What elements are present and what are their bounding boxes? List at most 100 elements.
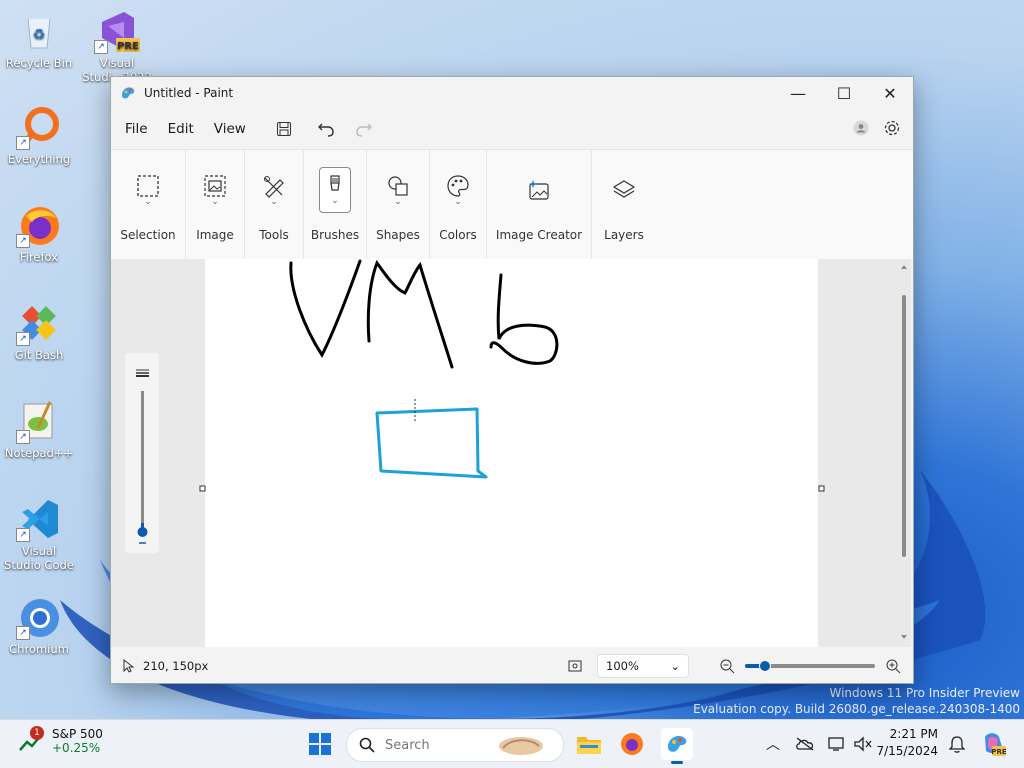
stroke-letter-b xyxy=(489,273,559,365)
paint-app-icon xyxy=(668,736,687,752)
clock-time: 2:21 PM xyxy=(889,727,938,741)
shapes-label: Shapes xyxy=(376,228,420,242)
layers-group[interactable]: Layers xyxy=(592,150,656,260)
zoom-slider-thumb[interactable] xyxy=(758,660,771,672)
network-icon xyxy=(828,737,844,751)
desktop-icon-recycle-bin[interactable]: ♻ Recycle Bin xyxy=(4,8,74,70)
cloud-offline-icon xyxy=(796,737,814,751)
menu-view[interactable]: View xyxy=(204,115,256,143)
desktop-icon-git-bash[interactable]: ↗ Git Bash xyxy=(4,300,74,362)
zoom-dropdown[interactable]: 100% ⌄ xyxy=(597,654,689,678)
fit-to-window-icon[interactable] xyxy=(567,658,583,674)
canvas-resize-handle-left[interactable] xyxy=(199,485,207,493)
brushes-group[interactable]: ⌄ Brushes xyxy=(304,150,367,260)
chevron-down-icon: ⌄ xyxy=(394,197,402,207)
pre-badge: PRE xyxy=(117,41,139,52)
git-bash-icon: ↗ xyxy=(16,300,62,346)
zoom-slider[interactable] xyxy=(745,660,875,672)
chromium-icon: ↗ xyxy=(16,594,62,640)
taskbar-firefox[interactable] xyxy=(616,728,648,760)
status-bar: 210, 150px 100% ⌄ xyxy=(111,649,911,683)
desktop-icon-label: Chromium xyxy=(9,642,69,656)
stroke-letter-m xyxy=(366,259,454,369)
brush-size-panel xyxy=(125,353,159,553)
bell-icon xyxy=(949,736,965,753)
layers-icon xyxy=(612,180,636,198)
chevron-down-icon: ⌄ xyxy=(270,197,278,207)
undo-icon xyxy=(317,123,334,137)
pointer-position-icon xyxy=(123,659,135,673)
desktop-icon-notepad-plus-plus[interactable]: ↗ Notepad++ xyxy=(4,398,74,460)
layers-label: Layers xyxy=(604,228,644,242)
settings-button[interactable] xyxy=(883,119,901,140)
search-icon xyxy=(359,737,375,753)
desktop-icon-everything[interactable]: ↗ Everything xyxy=(4,104,74,166)
brush-size-slider[interactable] xyxy=(125,353,159,553)
redo-icon xyxy=(356,123,372,137)
colors-group[interactable]: ⌄ Colors xyxy=(430,150,487,260)
zoom-out-icon[interactable] xyxy=(719,658,735,674)
shortcut-arrow-icon: ↗ xyxy=(16,332,30,346)
desktop-icon-label: Everything xyxy=(7,152,71,166)
taskbar-file-explorer[interactable] xyxy=(573,728,605,760)
toolbar-ribbon: ⌄ Selection ⌄ Image ⌄ Tools ⌄ Brushes ⌄ … xyxy=(111,149,913,261)
selection-group[interactable]: ⌄ Selection xyxy=(111,150,186,260)
scroll-up-icon xyxy=(901,265,907,269)
tools-icon xyxy=(264,176,284,198)
taskbar-search[interactable] xyxy=(346,728,564,762)
cursor-position-text: 210, 150px xyxy=(143,659,209,673)
desktop-icon-label: Visual Studio Code xyxy=(4,544,74,572)
save-icon xyxy=(276,122,291,136)
firefox-icon xyxy=(621,733,643,755)
undo-button[interactable] xyxy=(312,115,340,143)
copilot-button[interactable]: PRE xyxy=(978,728,1008,760)
folder-icon xyxy=(577,737,601,754)
stock-widget[interactable]: 1 S&P 500 +0.25% xyxy=(18,726,103,755)
start-button[interactable] xyxy=(304,728,336,760)
save-button[interactable] xyxy=(270,115,298,143)
window-title: Untitled - Paint xyxy=(144,86,234,100)
close-button[interactable]: ✕ xyxy=(867,77,913,109)
title-bar[interactable]: Untitled - Paint — ☐ ✕ xyxy=(111,77,913,109)
taskbar-paint[interactable] xyxy=(661,728,693,764)
desktop-icon-vscode[interactable]: ↗ Visual Studio Code xyxy=(4,496,74,572)
gear-icon xyxy=(884,120,900,135)
image-creator-group[interactable]: Image Creator xyxy=(487,150,592,260)
desktop-icon-label: Firefox xyxy=(19,250,59,264)
windows-watermark: Windows 11 Pro Insider Preview Evaluatio… xyxy=(693,685,1020,717)
redo-button[interactable] xyxy=(350,115,378,143)
desktop-icon-firefox[interactable]: ↗ Firefox xyxy=(4,202,74,264)
image-creator-icon xyxy=(529,180,549,200)
system-clock[interactable]: 2:21 PM 7/15/2024 xyxy=(876,726,938,760)
brush-size-thumb xyxy=(137,527,148,537)
shapes-group[interactable]: ⌄ Shapes xyxy=(367,150,430,260)
menu-file[interactable]: File xyxy=(115,115,158,143)
notifications-button[interactable] xyxy=(946,728,968,760)
canvas-resize-handle-right[interactable] xyxy=(818,485,826,493)
shortcut-arrow-icon: ↗ xyxy=(16,234,30,248)
chevron-down-icon: ⌄ xyxy=(331,196,339,206)
network-status[interactable] xyxy=(826,728,848,760)
desktop-icon-chromium[interactable]: ↗ Chromium xyxy=(4,594,74,656)
minimize-button[interactable]: — xyxy=(775,77,821,109)
volume-status[interactable] xyxy=(852,728,874,760)
maximize-button[interactable]: ☐ xyxy=(821,77,867,109)
search-input[interactable] xyxy=(383,736,497,754)
copilot-icon: PRE xyxy=(985,733,1006,756)
shortcut-arrow-icon: ↗ xyxy=(94,40,108,54)
tools-group[interactable]: ⌄ Tools xyxy=(245,150,304,260)
vertical-scrollbar[interactable] xyxy=(897,259,911,647)
show-hidden-icons-button[interactable]: ︿ xyxy=(764,728,782,760)
chevron-down-icon: ⌄ xyxy=(144,197,152,207)
zoom-in-icon[interactable] xyxy=(885,658,901,674)
speaker-muted-icon xyxy=(854,736,872,752)
brush-selected-indicator: ⌄ xyxy=(319,167,351,213)
brushes-label: Brushes xyxy=(310,228,360,242)
desktop-icon-visual-studio[interactable]: PRE ↗ Visual Studio 2022 xyxy=(82,8,152,84)
menu-edit[interactable]: Edit xyxy=(158,115,204,143)
drawing-canvas[interactable] xyxy=(205,259,818,647)
account-button[interactable] xyxy=(853,120,869,139)
onedrive-status[interactable] xyxy=(794,728,816,760)
image-group[interactable]: ⌄ Image xyxy=(186,150,245,260)
paint-app-icon xyxy=(122,87,135,99)
